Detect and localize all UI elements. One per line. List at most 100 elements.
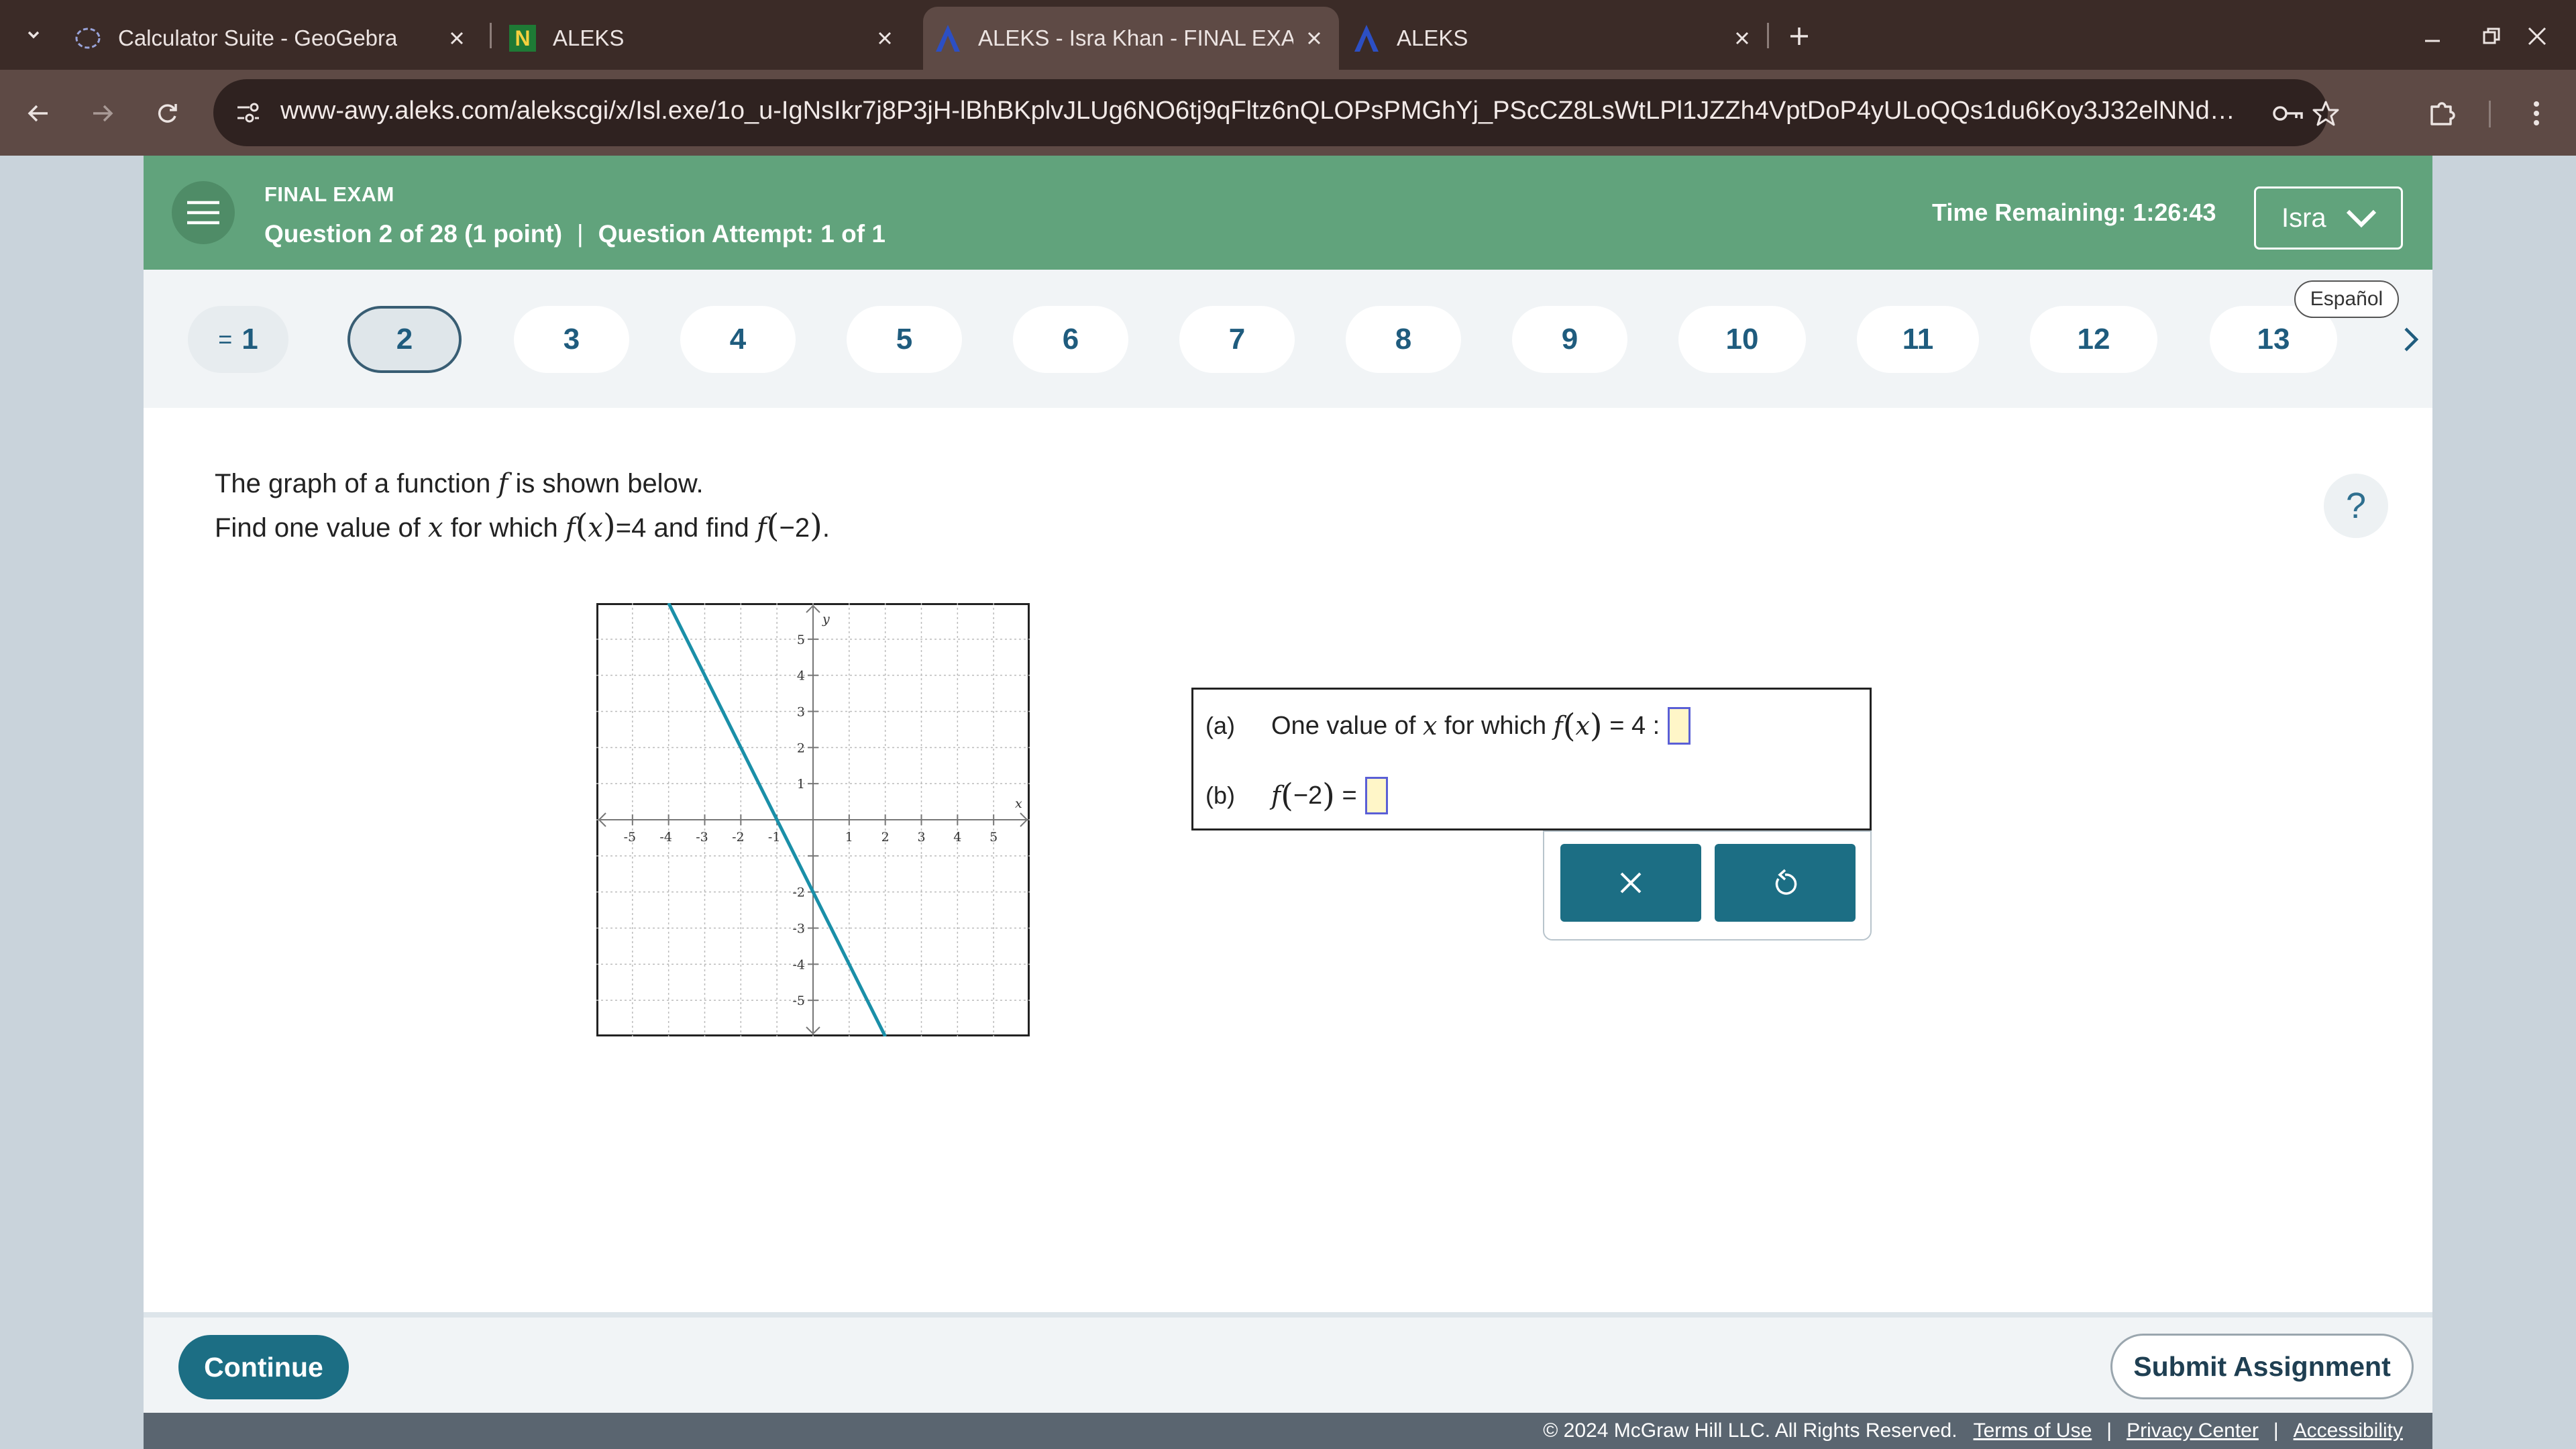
tab-separator	[490, 23, 492, 48]
close-icon[interactable]	[872, 25, 898, 51]
user-name: Isra	[2282, 203, 2326, 233]
forward-button[interactable]	[82, 93, 123, 134]
question-info: Question 2 of 28 (1 point) | Question Atte…	[264, 220, 885, 248]
question-mark-icon: ?	[2345, 486, 2367, 526]
minimize-button[interactable]	[2414, 17, 2451, 55]
aleks-icon	[932, 23, 963, 54]
y-tick-label: 2	[797, 741, 805, 755]
question-2-button[interactable]: 2	[347, 306, 462, 373]
y-tick-label: 4	[797, 669, 805, 684]
undo-button[interactable]	[1715, 844, 1856, 922]
math-f: f	[756, 513, 767, 543]
y-axis-label: y	[822, 612, 830, 627]
question-11-button[interactable]: 11	[1857, 306, 1979, 373]
question-number: 1	[241, 323, 258, 356]
next-questions-button[interactable]	[2392, 318, 2430, 361]
question-7-button[interactable]: 7	[1179, 306, 1295, 373]
math-equals-4: =4	[615, 513, 647, 543]
url-text[interactable]: www-awy.aleks.com/alekscgi/x/Isl.exe/1o_…	[280, 97, 2239, 125]
extensions-button[interactable]	[2422, 93, 2463, 134]
answer-tool-panel	[1543, 830, 1872, 941]
continue-button[interactable]: Continue	[178, 1335, 349, 1399]
back-button[interactable]	[17, 93, 59, 134]
x-tick-label: -1	[768, 830, 781, 845]
answer-text: = 4 :	[1609, 711, 1660, 740]
y-tick-label: 5	[797, 633, 805, 647]
part-b-label: (b)	[1205, 782, 1235, 809]
question-12-button[interactable]: 12	[2030, 306, 2157, 373]
restore-icon	[2481, 26, 2502, 46]
bookmark-star-icon[interactable]	[2308, 95, 2344, 131]
tab-search-button[interactable]	[15, 16, 52, 54]
math-x: x	[428, 513, 443, 543]
browser-menu-button[interactable]	[2516, 93, 2557, 134]
close-icon[interactable]	[1301, 25, 1327, 51]
question-period: .	[822, 513, 830, 543]
privacy-link[interactable]: Privacy Center	[2127, 1419, 2259, 1442]
close-window-button[interactable]	[2518, 17, 2556, 55]
terms-link[interactable]: Terms of Use	[1974, 1419, 2092, 1442]
question-10-button[interactable]: 10	[1678, 306, 1806, 373]
password-key-icon[interactable]	[2270, 95, 2306, 131]
math-x: x	[1575, 711, 1590, 741]
answer-b-input[interactable]	[1364, 777, 1388, 814]
browser-tab-bar: Calculator Suite - GeoGebra N ALEKS ALEK…	[0, 0, 2576, 70]
accessibility-link[interactable]: Accessibility	[2294, 1419, 2403, 1442]
answer-text: for which	[1444, 711, 1547, 740]
x-tick-label: -5	[624, 830, 637, 845]
tab-aleks-1[interactable]: N ALEKS	[507, 7, 910, 70]
plus-icon	[1788, 25, 1811, 48]
question-3-button[interactable]: 3	[514, 306, 629, 373]
question-5-button[interactable]: 5	[847, 306, 962, 373]
n-icon: N	[507, 23, 538, 54]
reload-icon	[154, 100, 180, 127]
espanol-button[interactable]: Español	[2294, 280, 2399, 318]
main-menu-button[interactable]	[172, 181, 235, 244]
site-settings-icon[interactable]	[228, 93, 268, 133]
address-bar[interactable]: www-awy.aleks.com/alekscgi/x/Isl.exe/1o_…	[213, 79, 2339, 146]
footer-separator: |	[2273, 1419, 2279, 1442]
x-axis-label: x	[1015, 796, 1022, 811]
svg-text:N: N	[515, 26, 530, 50]
chevron-down-icon	[24, 25, 43, 44]
answer-a-input[interactable]	[1668, 707, 1691, 745]
math-x: x	[1423, 711, 1438, 741]
close-icon	[2526, 25, 2548, 47]
question-text: for which	[450, 513, 558, 543]
tab-aleks-final-exam[interactable]: ALEKS - Isra Khan - FINAL EXAM	[923, 7, 1339, 70]
help-button[interactable]: ?	[2324, 474, 2388, 538]
x-tick-label: -3	[696, 830, 708, 845]
close-icon[interactable]	[1729, 25, 1755, 51]
tab-aleks-2[interactable]: ALEKS	[1351, 7, 1767, 70]
x-tick-label: 4	[953, 830, 961, 845]
undo-icon	[1770, 868, 1800, 898]
question-text: The graph of a function	[215, 469, 491, 498]
close-icon	[1617, 869, 1644, 896]
math-f: f	[1271, 781, 1281, 810]
exam-header: FINAL EXAM Question 2 of 28 (1 point) | Qu…	[144, 156, 2432, 270]
x-tick-label: -2	[732, 830, 745, 845]
y-tick-label: -4	[792, 957, 805, 972]
user-menu-button[interactable]: Isra	[2254, 186, 2403, 250]
restore-button[interactable]	[2473, 17, 2510, 55]
chevron-right-icon	[2402, 325, 2420, 354]
tab-separator	[1767, 23, 1769, 48]
more-vert-icon	[2532, 100, 2540, 127]
submit-assignment-button[interactable]: Submit Assignment	[2110, 1334, 2414, 1399]
new-tab-button[interactable]	[1782, 19, 1817, 54]
tab-geogebra[interactable]: Calculator Suite - GeoGebra	[72, 7, 482, 70]
close-icon[interactable]	[444, 25, 470, 51]
question-9-button[interactable]: 9	[1512, 306, 1627, 373]
part-a-text: One value of x for which f(x) = 4 :	[1271, 707, 1691, 745]
question-8-button[interactable]: 8	[1346, 306, 1461, 373]
time-remaining: Time Remaining: 1:26:43	[1932, 199, 2216, 226]
question-4-button[interactable]: 4	[680, 306, 796, 373]
tab-title: ALEKS - Isra Khan - FINAL EXAM	[978, 25, 1293, 50]
reload-button[interactable]	[146, 93, 188, 134]
x-tick-label: -4	[659, 830, 672, 845]
question-text: is shown below.	[515, 469, 704, 498]
arrow-right-icon	[89, 100, 116, 127]
question-6-button[interactable]: 6	[1013, 306, 1128, 373]
question-1-button[interactable]: = 1	[188, 306, 288, 373]
clear-button[interactable]	[1560, 844, 1701, 922]
